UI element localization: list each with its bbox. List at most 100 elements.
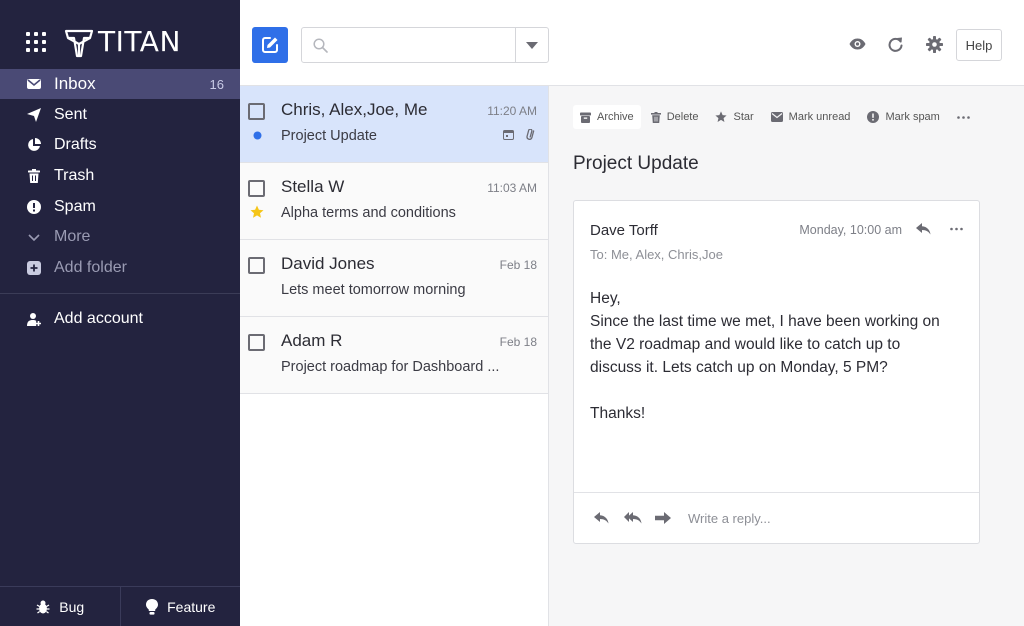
titan-logo-icon [64,27,94,59]
message-date: Feb 18 [499,258,537,272]
row-checkbox[interactable] [248,257,265,274]
mark-unread-label: Mark unread [788,111,851,123]
email-body-line [590,379,970,402]
list-item[interactable]: Adam R Feb 18 Project roadmap for Dashbo… [240,317,548,394]
compose-button[interactable] [252,27,288,63]
sidebar-item-label: Drafts [54,136,97,153]
message-subject: Project Update [281,128,377,144]
row-checkbox[interactable] [248,180,265,197]
feature-request-button[interactable]: Feature [119,587,241,626]
message-date: 11:20 AM [487,104,537,118]
message-sender: Chris, Alex,Joe, Me [281,100,428,119]
paperclip-icon [524,129,537,140]
alert-circle-icon [867,111,880,123]
bug-report-button[interactable]: Bug [0,587,120,626]
archive-icon [580,112,591,123]
email-body-line: Hey, [590,290,621,307]
email-recipients: To: Me, Alex, Chris,Joe [590,247,723,262]
archive-label: Archive [597,111,634,123]
search-input[interactable] [302,28,515,62]
top-toolbar: Help [240,0,1024,86]
message-sender: Adam R [281,331,343,350]
forward-icon[interactable] [655,512,671,524]
envelope-icon [770,112,783,122]
app-grid-icon[interactable] [26,32,46,52]
star-icon[interactable] [250,205,264,219]
add-account-label: Add account [54,310,143,327]
mark-unread-button[interactable]: Mark unread [764,105,858,129]
email-body-line: the V2 roadmap and would like to catch u… [590,336,901,353]
feature-label: Feature [167,598,216,615]
star-button[interactable]: Star [708,105,760,129]
more-actions-button[interactable] [950,105,977,129]
message-list: Chris, Alex,Joe, Me 11:20 AM Project Upd… [240,86,549,626]
sidebar-item-label: Inbox [54,74,96,93]
sidebar-item-label: Add folder [54,259,127,276]
add-user-icon [27,312,41,326]
list-item[interactable]: David Jones Feb 18 Lets meet tomorrow mo… [240,240,548,317]
row-checkbox[interactable] [248,103,265,120]
chevron-down-icon [27,230,41,244]
search-box [301,27,549,63]
add-account-button[interactable]: Add account [0,304,240,334]
sidebar-item-trash[interactable]: Trash [0,161,240,191]
reply-icon[interactable] [594,512,609,524]
star-label: Star [733,111,754,123]
message-indicators [503,129,537,140]
message-date: Feb 18 [499,335,537,349]
brand: TITAN [0,0,240,70]
email-sender: Dave Torff [590,222,658,239]
help-button[interactable]: Help [956,29,1002,61]
app-name: TITAN [98,25,181,58]
message-subject: Project roadmap for Dashboard ... [281,359,500,375]
sidebar-item-drafts[interactable]: Drafts [0,130,240,160]
list-item[interactable]: Chris, Alex,Joe, Me 11:20 AM Project Upd… [240,86,548,163]
delete-button[interactable]: Delete [644,105,706,129]
plus-square-icon [27,261,41,275]
unread-count-badge: 16 [209,77,224,92]
email-body: Hey, Since the last time we met, I have … [590,287,970,425]
archive-button[interactable]: Archive [573,105,641,129]
row-checkbox[interactable] [248,334,265,351]
reply-input[interactable] [688,507,958,529]
trash-icon [27,169,41,183]
reading-pane: Archive Delete Star Mark unread Mark spa… [549,86,1024,626]
sidebar-item-label: Sent [54,106,87,123]
bug-icon [35,599,51,615]
message-date: 11:03 AM [487,181,537,195]
sidebar-item-label: Trash [54,167,95,184]
sidebar-item-sent[interactable]: Sent [0,100,240,130]
paper-plane-icon [27,108,41,122]
message-subject: Lets meet tomorrow morning [281,282,466,298]
star-icon [715,111,728,123]
sidebar-divider [0,293,240,294]
sidebar-item-inbox[interactable]: Inbox 16 [0,69,240,99]
email-body-line: Since the last time we met, I have been … [590,313,940,330]
reply-all-icon[interactable] [624,512,642,524]
mark-spam-label: Mark spam [885,111,940,123]
sidebar-item-add-folder[interactable]: Add folder [0,253,240,283]
email-subject-heading: Project Update [573,153,699,174]
more-horizontal-icon[interactable] [950,223,963,235]
search-icon [313,38,328,53]
mark-spam-button[interactable]: Mark spam [860,105,946,129]
refresh-icon[interactable] [888,37,903,52]
caret-down-icon [526,41,538,49]
sidebar-item-more[interactable]: More [0,222,240,252]
settings-gear-icon[interactable] [926,36,943,53]
sidebar-item-spam[interactable]: Spam [0,192,240,222]
sidebar-item-label: More [54,228,91,245]
trash-icon [650,111,661,123]
preview-eye-icon[interactable] [849,38,866,50]
more-horizontal-icon [957,115,970,119]
bug-label: Bug [59,598,85,615]
alert-circle-icon [27,200,41,214]
email-timestamp: Monday, 10:00 am [799,223,902,237]
search-options-dropdown[interactable] [515,28,548,62]
email-card: Dave Torff Monday, 10:00 am To: Me, Alex… [573,200,980,544]
message-subject: Alpha terms and conditions [281,205,456,221]
list-item[interactable]: Stella W 11:03 AM Alpha terms and condit… [240,163,548,240]
email-body-line: discuss it. Lets catch up on Monday, 5 P… [590,359,888,376]
reply-arrow-icon[interactable] [916,223,931,235]
message-actions-bar: Archive Delete Star Mark unread Mark spa… [573,105,977,129]
